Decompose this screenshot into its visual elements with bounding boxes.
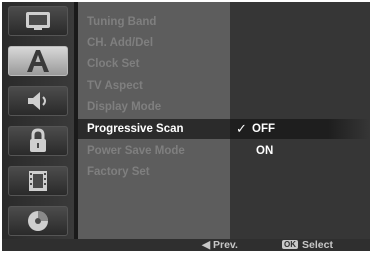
language-a-icon xyxy=(27,50,49,72)
ok-button-icon: OK xyxy=(282,240,298,249)
menu-item-tv-aspect[interactable]: TV Aspect xyxy=(78,76,230,96)
prev-hint: ◀ Prev. xyxy=(202,239,238,251)
menu-item-progressive-scan[interactable]: Progressive Scan xyxy=(78,119,230,139)
audio-speaker-icon xyxy=(28,92,46,110)
tab-disc[interactable] xyxy=(8,206,68,236)
menu-item-clock-set[interactable]: Clock Set xyxy=(78,54,230,74)
settings-menu: Tuning Band CH. Add/Del Clock Set TV Asp… xyxy=(78,2,230,239)
option-off[interactable]: OFF xyxy=(252,119,275,139)
footer-bar: ◀ Prev. OK Select xyxy=(2,239,370,251)
menu-item-factory-set[interactable]: Factory Set xyxy=(78,162,230,182)
select-hint: OK Select xyxy=(282,239,333,251)
tab-language[interactable] xyxy=(8,46,68,76)
option-highlight xyxy=(230,119,370,139)
tab-audio[interactable] xyxy=(8,86,68,116)
menu-item-ch-add-del[interactable]: CH. Add/Del xyxy=(78,33,230,53)
film-icon xyxy=(29,171,47,191)
lock-icon xyxy=(30,128,46,152)
setup-screen: Tuning Band CH. Add/Del Clock Set TV Asp… xyxy=(2,2,370,251)
menu-item-display-mode[interactable]: Display Mode xyxy=(78,97,230,117)
tab-lock[interactable] xyxy=(8,126,68,156)
checkmark-icon: ✓ xyxy=(236,121,247,136)
menu-item-power-save-mode[interactable]: Power Save Mode xyxy=(78,141,230,161)
menu-item-tuning-band[interactable]: Tuning Band xyxy=(78,12,230,32)
select-label: Select xyxy=(302,239,333,251)
disc-icon xyxy=(28,211,48,231)
display-tv-icon xyxy=(26,12,50,30)
tab-film[interactable] xyxy=(8,166,68,196)
category-tabs xyxy=(2,2,74,239)
option-on[interactable]: ON xyxy=(256,141,273,161)
option-panel: ✓ OFF ON xyxy=(230,2,370,239)
tab-display[interactable] xyxy=(8,6,68,36)
